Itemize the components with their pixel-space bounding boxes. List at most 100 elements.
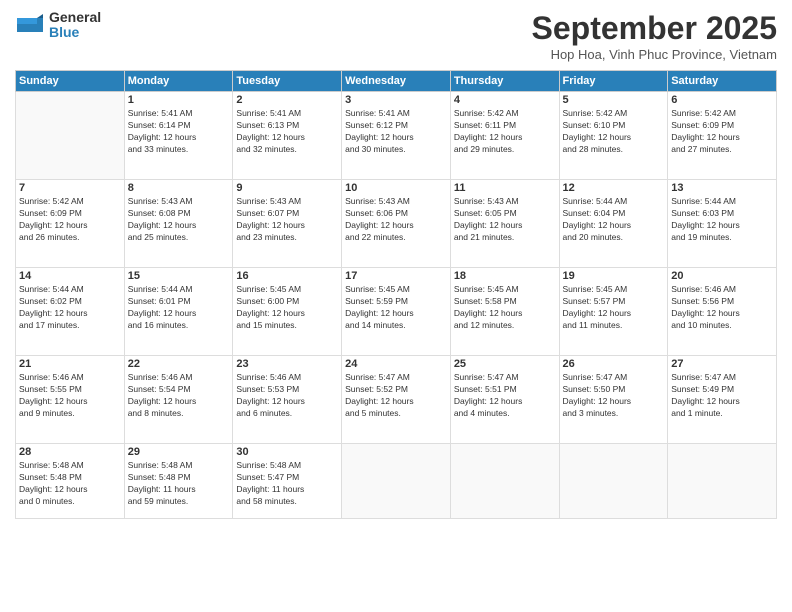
day-number: 25	[454, 358, 556, 370]
day-number: 26	[563, 358, 665, 370]
day-info: Sunrise: 5:41 AMSunset: 6:14 PMDaylight:…	[128, 108, 230, 156]
table-row	[559, 444, 668, 519]
table-row: 18 Sunrise: 5:45 AMSunset: 5:58 PMDayligh…	[450, 268, 559, 356]
day-number: 19	[563, 270, 665, 282]
day-info: Sunrise: 5:44 AMSunset: 6:04 PMDaylight:…	[563, 196, 665, 244]
logo-icon	[15, 10, 45, 40]
day-info: Sunrise: 5:46 AMSunset: 5:56 PMDaylight:…	[671, 284, 773, 332]
day-info: Sunrise: 5:43 AMSunset: 6:05 PMDaylight:…	[454, 196, 556, 244]
day-number: 16	[236, 270, 338, 282]
table-row: 10Sunrise: 5:43 AMSunset: 6:06 PMDayligh…	[342, 180, 451, 268]
table-row	[450, 444, 559, 519]
table-row: 4Sunrise: 5:42 AMSunset: 6:11 PMDaylight…	[450, 92, 559, 180]
day-number: 10	[345, 182, 447, 194]
table-row: 2 Sunrise: 5:41 AMSunset: 6:13 PMDaylight…	[233, 92, 342, 180]
day-info: Sunrise: 5:44 AMSunset: 6:02 PMDaylight:…	[19, 284, 121, 332]
table-row: 21 Sunrise: 5:46 AMSunset: 5:55 PMDayligh…	[16, 356, 125, 444]
table-row	[342, 444, 451, 519]
day-info: Sunrise: 5:46 AMSunset: 5:53 PMDaylight:…	[236, 372, 338, 420]
day-number: 14	[19, 270, 121, 282]
logo-text: General Blue	[49, 10, 101, 41]
day-number: 11	[454, 182, 556, 194]
table-row: 29 Sunrise: 5:48 AMSunset: 5:48 PMDayligh…	[124, 444, 233, 519]
day-info: Sunrise: 5:45 AMSunset: 5:58 PMDaylight:…	[454, 284, 556, 332]
header-tuesday: Tuesday	[233, 71, 342, 92]
header-saturday: Saturday	[668, 71, 777, 92]
table-row: 27 Sunrise: 5:47 AMSunset: 5:49 PMDayligh…	[668, 356, 777, 444]
day-number: 9	[236, 182, 338, 194]
table-row: 11 Sunrise: 5:43 AMSunset: 6:05 PMDayligh…	[450, 180, 559, 268]
day-info: Sunrise: 5:44 AMSunset: 6:03 PMDaylight:…	[671, 196, 773, 244]
day-info: Sunrise: 5:42 AMSunset: 6:10 PMDaylight:…	[563, 108, 665, 156]
table-row: 30Sunrise: 5:48 AMSunset: 5:47 PMDayligh…	[233, 444, 342, 519]
logo-general-text: General	[49, 10, 101, 25]
header-sunday: Sunday	[16, 71, 125, 92]
day-info: Sunrise: 5:48 AMSunset: 5:48 PMDaylight:…	[19, 460, 121, 508]
calendar: Sunday Monday Tuesday Wednesday Thursday…	[15, 70, 777, 519]
header: General Blue September 2025 Hop Hoa, Vin…	[15, 10, 777, 62]
table-row: 24 Sunrise: 5:47 AMSunset: 5:52 PMDayligh…	[342, 356, 451, 444]
day-number: 30	[236, 446, 338, 458]
day-info: Sunrise: 5:48 AMSunset: 5:48 PMDaylight:…	[128, 460, 230, 508]
day-info: Sunrise: 5:47 AMSunset: 5:49 PMDaylight:…	[671, 372, 773, 420]
table-row	[668, 444, 777, 519]
day-number: 15	[128, 270, 230, 282]
day-number: 24	[345, 358, 447, 370]
day-number: 7	[19, 182, 121, 194]
table-row: 7 Sunrise: 5:42 AMSunset: 6:09 PMDaylight…	[16, 180, 125, 268]
table-row: 6 Sunrise: 5:42 AMSunset: 6:09 PMDaylight…	[668, 92, 777, 180]
table-row: 19 Sunrise: 5:45 AMSunset: 5:57 PMDayligh…	[559, 268, 668, 356]
table-row: 8 Sunrise: 5:43 AMSunset: 6:08 PMDaylight…	[124, 180, 233, 268]
day-info: Sunrise: 5:47 AMSunset: 5:51 PMDaylight:…	[454, 372, 556, 420]
day-info: Sunrise: 5:42 AMSunset: 6:11 PMDaylight:…	[454, 108, 556, 156]
day-number: 12	[563, 182, 665, 194]
header-monday: Monday	[124, 71, 233, 92]
day-number: 3	[345, 94, 447, 106]
table-row: 12 Sunrise: 5:44 AMSunset: 6:04 PMDayligh…	[559, 180, 668, 268]
day-number: 2	[236, 94, 338, 106]
day-info: Sunrise: 5:45 AMSunset: 6:00 PMDaylight:…	[236, 284, 338, 332]
day-info: Sunrise: 5:42 AMSunset: 6:09 PMDaylight:…	[671, 108, 773, 156]
day-info: Sunrise: 5:47 AMSunset: 5:52 PMDaylight:…	[345, 372, 447, 420]
day-number: 29	[128, 446, 230, 458]
day-info: Sunrise: 5:44 AMSunset: 6:01 PMDaylight:…	[128, 284, 230, 332]
day-number: 20	[671, 270, 773, 282]
day-number: 21	[19, 358, 121, 370]
day-info: Sunrise: 5:46 AMSunset: 5:54 PMDaylight:…	[128, 372, 230, 420]
day-info: Sunrise: 5:43 AMSunset: 6:07 PMDaylight:…	[236, 196, 338, 244]
table-row: 26 Sunrise: 5:47 AMSunset: 5:50 PMDayligh…	[559, 356, 668, 444]
month-title: September 2025	[532, 10, 777, 47]
table-row: 20 Sunrise: 5:46 AMSunset: 5:56 PMDayligh…	[668, 268, 777, 356]
day-info: Sunrise: 5:43 AMSunset: 6:08 PMDaylight:…	[128, 196, 230, 244]
table-row: 5 Sunrise: 5:42 AMSunset: 6:10 PMDaylight…	[559, 92, 668, 180]
day-number: 22	[128, 358, 230, 370]
table-row: 22 Sunrise: 5:46 AMSunset: 5:54 PMDayligh…	[124, 356, 233, 444]
day-info: Sunrise: 5:45 AMSunset: 5:57 PMDaylight:…	[563, 284, 665, 332]
table-row: 3 Sunrise: 5:41 AMSunset: 6:12 PMDaylight…	[342, 92, 451, 180]
day-info: Sunrise: 5:42 AMSunset: 6:09 PMDaylight:…	[19, 196, 121, 244]
day-number: 13	[671, 182, 773, 194]
title-section: September 2025 Hop Hoa, Vinh Phuc Provin…	[532, 10, 777, 62]
table-row: 17Sunrise: 5:45 AMSunset: 5:59 PMDayligh…	[342, 268, 451, 356]
day-number: 6	[671, 94, 773, 106]
table-row: 16 Sunrise: 5:45 AMSunset: 6:00 PMDayligh…	[233, 268, 342, 356]
table-row: 14 Sunrise: 5:44 AMSunset: 6:02 PMDayligh…	[16, 268, 125, 356]
day-number: 8	[128, 182, 230, 194]
logo: General Blue	[15, 10, 101, 41]
table-row	[16, 92, 125, 180]
day-number: 18	[454, 270, 556, 282]
day-info: Sunrise: 5:41 AMSunset: 6:13 PMDaylight:…	[236, 108, 338, 156]
header-wednesday: Wednesday	[342, 71, 451, 92]
day-number: 1	[128, 94, 230, 106]
day-number: 23	[236, 358, 338, 370]
day-number: 28	[19, 446, 121, 458]
day-info: Sunrise: 5:45 AMSunset: 5:59 PMDaylight:…	[345, 284, 447, 332]
day-info: Sunrise: 5:47 AMSunset: 5:50 PMDaylight:…	[563, 372, 665, 420]
day-number: 27	[671, 358, 773, 370]
table-row: 28 Sunrise: 5:48 AMSunset: 5:48 PMDayligh…	[16, 444, 125, 519]
day-info: Sunrise: 5:46 AMSunset: 5:55 PMDaylight:…	[19, 372, 121, 420]
day-number: 5	[563, 94, 665, 106]
day-info: Sunrise: 5:41 AMSunset: 6:12 PMDaylight:…	[345, 108, 447, 156]
table-row: 23 Sunrise: 5:46 AMSunset: 5:53 PMDayligh…	[233, 356, 342, 444]
table-row: 1 Sunrise: 5:41 AMSunset: 6:14 PMDaylight…	[124, 92, 233, 180]
